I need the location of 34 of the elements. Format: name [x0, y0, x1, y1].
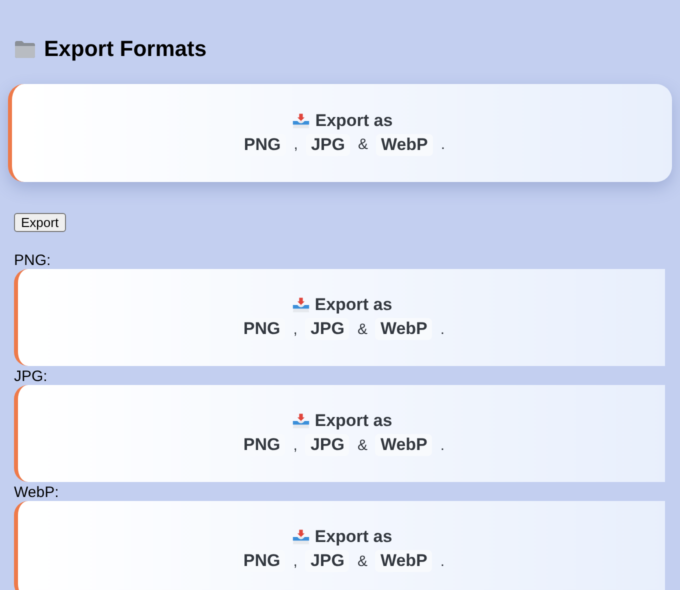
- page-title: Export Formats: [44, 36, 207, 62]
- format-tag: WebP: [376, 134, 433, 156]
- preview-label: WebP:: [13, 484, 60, 501]
- separator-text: .: [440, 436, 445, 454]
- separator-text: &: [357, 552, 368, 570]
- separator-text: ,: [293, 320, 298, 338]
- separator-text: ,: [293, 436, 298, 454]
- format-tag: JPG: [305, 434, 350, 456]
- separator-text: ,: [294, 136, 298, 153]
- preview-label: JPG:: [13, 368, 48, 385]
- card-heading: Export as: [314, 295, 392, 315]
- format-tag: JPG: [305, 318, 350, 340]
- separator-text: .: [440, 320, 445, 338]
- preview-label: PNG:: [13, 252, 52, 269]
- format-tag: JPG: [306, 134, 350, 156]
- separator-text: .: [440, 552, 445, 570]
- folder-icon: [14, 39, 36, 59]
- export-button[interactable]: Export: [14, 213, 66, 232]
- separator-text: .: [440, 136, 446, 153]
- format-tag: JPG: [305, 550, 350, 572]
- separator-text: &: [357, 320, 368, 338]
- separator-text: ,: [293, 552, 298, 570]
- card-heading: Export as: [315, 110, 393, 130]
- card-heading: Export as: [314, 527, 392, 547]
- card-heading: Export as: [314, 411, 392, 431]
- format-tag: WebP: [375, 318, 432, 340]
- separator-text: &: [357, 436, 368, 454]
- inbox-tray-icon: [291, 112, 312, 130]
- format-tag: WebP: [375, 550, 432, 572]
- inbox-tray-icon: [290, 528, 311, 546]
- inbox-tray-icon: [290, 412, 311, 430]
- format-tag: WebP: [375, 434, 432, 456]
- separator-text: &: [358, 136, 368, 153]
- inbox-tray-icon: [290, 296, 311, 314]
